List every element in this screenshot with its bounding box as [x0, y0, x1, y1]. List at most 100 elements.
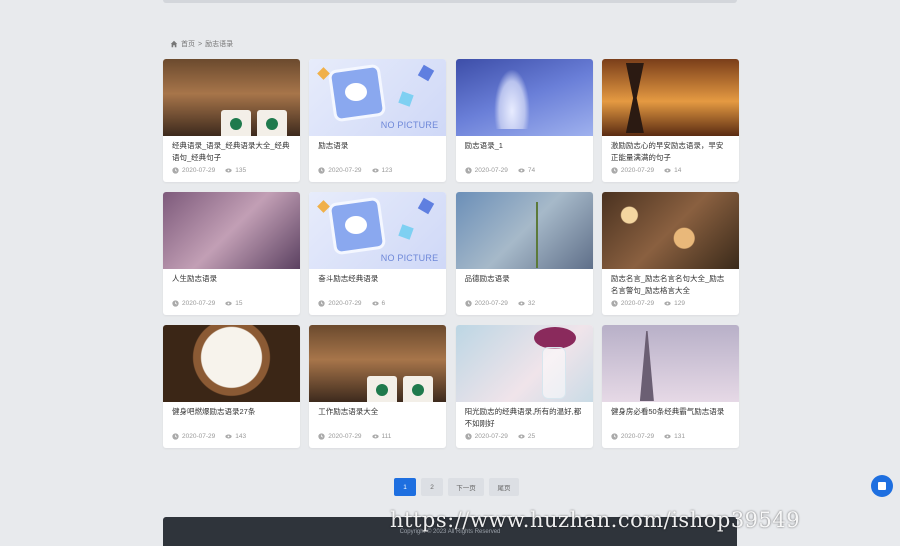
article-title[interactable]: 健身吧燃爆励志语录27条 [163, 402, 300, 432]
article-title[interactable]: 经典语录_语录_经典语录大全_经典语句_经典句子 [163, 136, 300, 166]
article-title[interactable]: 激励励志心的早安励志语录，早安正能量满满的句子 [602, 136, 739, 166]
eye-icon [664, 168, 671, 173]
article-card[interactable]: 经典语录_语录_经典语录大全_经典语句_经典句子 2020-07-29 135 [163, 59, 300, 182]
article-thumbnail[interactable] [601, 325, 739, 402]
eye-icon [371, 168, 379, 173]
article-thumbnail[interactable] [455, 325, 593, 402]
hourglass-graphic [625, 63, 644, 133]
article-meta: 2020-07-29 129 [602, 299, 739, 307]
article-card[interactable]: 阳光励志的经典语录,所有的温好,都不如刚好 2020-07-29 25 [455, 325, 593, 448]
article-card[interactable]: NO PICTURE 励志语录 2020-07-29 123 [309, 59, 447, 182]
article-title[interactable]: 奋斗励志经典语录 [309, 269, 446, 299]
eye-icon [664, 301, 671, 306]
clock-icon [611, 300, 618, 307]
article-thumbnail[interactable]: NO PICTURE [309, 192, 447, 269]
clock-icon [172, 167, 179, 174]
breadcrumb-current: 励志语录 [205, 41, 234, 48]
home-icon [170, 40, 178, 48]
article-card[interactable]: 工作励志语录大全 2020-07-29 111 [309, 325, 447, 448]
article-card[interactable]: 人生励志语录 2020-07-29 15 [163, 192, 300, 315]
article-thumbnail[interactable] [163, 325, 300, 402]
article-views: 143 [235, 433, 247, 440]
clock-icon [318, 300, 325, 307]
article-date: 2020-07-29 [620, 433, 655, 440]
article-thumbnail[interactable] [601, 192, 739, 269]
article-date: 2020-07-29 [328, 300, 362, 307]
article-title[interactable]: 品德励志语录 [456, 269, 593, 299]
article-card[interactable]: 健身房必看50条经典霸气励志语录 2020-07-29 131 [601, 325, 739, 448]
article-date: 2020-07-29 [474, 300, 508, 307]
clock-icon [464, 300, 472, 307]
eye-icon [371, 434, 379, 439]
tower-graphic [639, 331, 654, 401]
clock-icon [464, 167, 472, 174]
article-thumbnail[interactable] [163, 59, 300, 136]
clock-icon [172, 300, 179, 307]
clock-icon [611, 167, 618, 174]
next-page-button[interactable]: 下一页 [448, 478, 484, 496]
article-card[interactable]: 健身吧燃爆励志语录27条 2020-07-29 143 [163, 325, 300, 448]
article-date: 2020-07-29 [620, 167, 655, 174]
article-views: 15 [235, 300, 243, 307]
article-views: 123 [381, 167, 393, 174]
coffee-cup-graphic [403, 376, 434, 402]
article-card[interactable]: 励志语录_1 2020-07-29 74 [455, 59, 593, 182]
placeholder-gem3 [398, 91, 414, 107]
article-thumbnail[interactable] [601, 59, 739, 136]
clock-icon [318, 167, 325, 174]
article-card[interactable]: 品德励志语录 2020-07-29 32 [455, 192, 593, 315]
article-views: 74 [527, 167, 536, 174]
placeholder-gem2 [418, 64, 435, 82]
page-1-button[interactable]: 1 [394, 478, 416, 496]
article-date: 2020-07-29 [182, 167, 216, 174]
article-date: 2020-07-29 [328, 167, 362, 174]
article-meta: 2020-07-29 143 [163, 432, 300, 440]
breadcrumb-separator: > [198, 40, 203, 48]
article-thumbnail[interactable] [455, 59, 593, 136]
article-card[interactable]: 励志名言_励志名言名句大全_励志名言警句_励志格言大全 2020-07-29 129 [601, 192, 739, 315]
article-views: 14 [674, 167, 682, 174]
coffee-cup-graphic [221, 110, 251, 136]
article-title[interactable]: 阳光励志的经典语录,所有的温好,都不如刚好 [456, 402, 593, 432]
article-card[interactable]: 激励励志心的早安励志语录，早安正能量满满的句子 2020-07-29 14 [601, 59, 739, 182]
breadcrumb: 首页 > 励志语录 [170, 38, 233, 50]
article-views: 6 [381, 300, 386, 307]
article-date: 2020-07-29 [474, 433, 508, 440]
article-title[interactable]: 励志语录_1 [456, 136, 593, 166]
article-title[interactable]: 人生励志语录 [163, 269, 300, 299]
article-views: 135 [235, 167, 247, 174]
article-date: 2020-07-29 [182, 433, 216, 440]
coffee-cup-graphic [367, 376, 398, 402]
article-thumbnail[interactable] [309, 325, 447, 402]
article-thumbnail[interactable]: NO PICTURE [309, 59, 447, 136]
float-message-button[interactable] [871, 475, 893, 497]
article-meta: 2020-07-29 123 [309, 166, 446, 174]
eye-icon [664, 434, 671, 439]
article-views: 32 [527, 300, 536, 307]
article-thumbnail[interactable] [455, 192, 593, 269]
article-title[interactable]: 工作励志语录大全 [309, 402, 446, 432]
eye-icon [518, 168, 525, 173]
coffee-cup-graphic [257, 110, 287, 136]
last-page-button[interactable]: 尾页 [489, 478, 519, 496]
article-title[interactable]: 健身房必看50条经典霸气励志语录 [602, 402, 739, 432]
article-meta: 2020-07-29 131 [602, 432, 739, 440]
article-thumbnail[interactable] [163, 192, 300, 269]
article-meta: 2020-07-29 111 [309, 432, 446, 440]
eye-icon [371, 301, 379, 306]
page-2-button[interactable]: 2 [421, 478, 443, 496]
eye-icon [518, 301, 525, 306]
article-title[interactable]: 励志语录 [309, 136, 446, 166]
vase-bloom [533, 327, 576, 349]
placeholder-gem3 [398, 224, 414, 240]
article-views: 129 [674, 300, 685, 307]
no-picture-label: NO PICTURE [380, 120, 439, 130]
article-card[interactable]: NO PICTURE 奋斗励志经典语录 2020-07-29 6 [309, 192, 447, 315]
article-title[interactable]: 励志名言_励志名言名句大全_励志名言警句_励志格言大全 [602, 269, 739, 299]
article-meta: 2020-07-29 74 [456, 166, 593, 174]
eye-icon [225, 168, 232, 173]
clock-icon [318, 433, 325, 440]
article-date: 2020-07-29 [182, 300, 216, 307]
article-date: 2020-07-29 [620, 300, 655, 307]
breadcrumb-home-link[interactable]: 首页 [181, 39, 195, 49]
